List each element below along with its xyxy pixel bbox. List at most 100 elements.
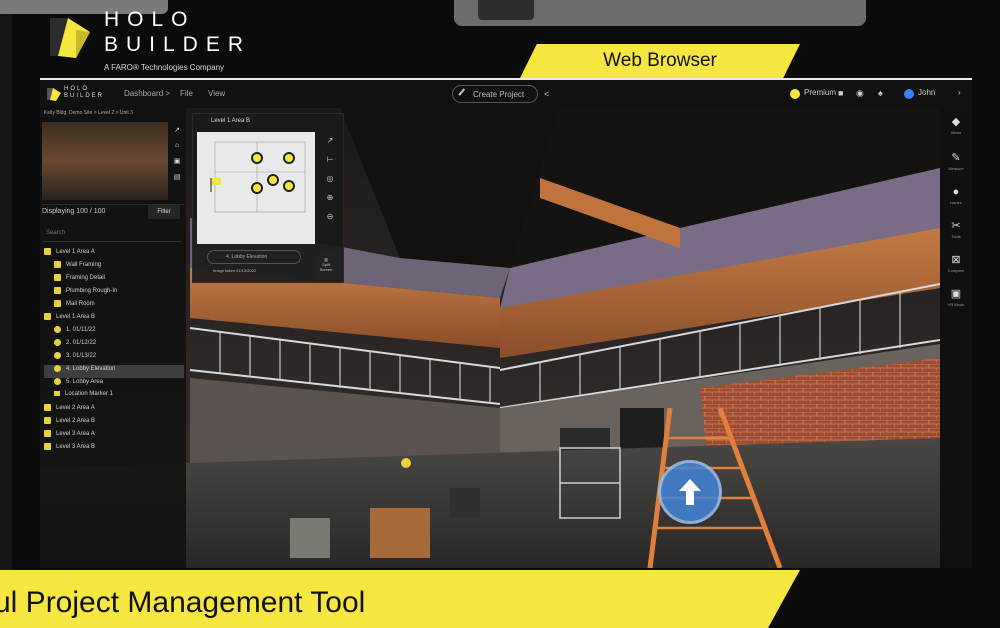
notifications-icon[interactable]: ♠	[878, 88, 883, 98]
holobuilder-mark-icon	[50, 18, 90, 58]
info-icon[interactable]: ▤	[170, 173, 184, 181]
brand-logo: HOLO BUILDER A FARO® Technologies Compan…	[46, 8, 256, 78]
pencil-icon	[458, 88, 470, 100]
project-panel: Kelly Bldg. Demo Site > Level 2 > Unit 3…	[40, 108, 186, 568]
tree-item[interactable]: Level 3 Area A	[44, 430, 184, 443]
zoom-out-icon[interactable]: ⊖	[319, 212, 341, 221]
display-count: Displaying 100 / 100	[42, 208, 106, 215]
window-top-border	[40, 78, 972, 80]
sheet-icon	[54, 274, 61, 281]
layers-icon: ◆	[951, 116, 961, 128]
minimap-title[interactable]: Level 1 Area B	[193, 114, 345, 128]
measure-icon: ✎	[951, 152, 961, 164]
tree-item-label: Wall Framing	[66, 262, 102, 269]
capture-point-icon[interactable]	[267, 174, 279, 186]
home-icon[interactable]: ⌂	[170, 142, 184, 149]
tree-item-label: 3. 01/13/22	[66, 353, 97, 360]
brand-word-builder: BUILDER	[104, 33, 252, 56]
capture-point-icon[interactable]	[283, 152, 295, 164]
capture-point-icon[interactable]	[251, 152, 263, 164]
app-logo-icon[interactable]	[46, 86, 62, 102]
user-name[interactable]: John	[918, 88, 935, 97]
flag-icon[interactable]	[210, 178, 221, 192]
rail-issues[interactable]: ● Issues	[940, 186, 972, 205]
browser-chrome	[454, 0, 866, 26]
capture-point-icon	[54, 339, 61, 346]
image-icon[interactable]: ▣	[170, 157, 184, 165]
create-project-label: Create Project	[473, 90, 525, 99]
level-icon	[44, 313, 51, 320]
vr-icon: ▣	[950, 288, 962, 300]
tree-item-label: Mail Room	[66, 301, 95, 308]
share-icon[interactable]: <	[544, 89, 554, 99]
ruler-icon[interactable]: ⊢	[319, 155, 341, 164]
rail-compare-label: Compare	[947, 268, 965, 273]
tree-item[interactable]: Location Marker 1	[44, 391, 184, 404]
rail-views[interactable]: ◆ Views	[940, 116, 972, 135]
current-image-thumbnail[interactable]	[42, 122, 168, 200]
chat-icon[interactable]: ■	[838, 88, 843, 98]
tree-item[interactable]: Level 1 Area A	[44, 248, 184, 261]
tree-item[interactable]: Mail Room	[44, 300, 184, 313]
zoom-in-icon[interactable]: ⊕	[319, 193, 341, 202]
rail-vr-label: VR Mode	[947, 302, 965, 307]
sheet-icon	[54, 287, 61, 294]
tree-item[interactable]: 3. 01/13/22	[44, 352, 184, 365]
tree-item[interactable]: 1. 01/11/22	[44, 326, 184, 339]
issues-icon: ●	[952, 186, 960, 198]
brand-word-holo: HOLO	[104, 8, 196, 31]
minimap-tools: ↗ ⊢ ◎ ⊕ ⊖	[319, 132, 341, 244]
filter-label: Filter	[157, 209, 171, 215]
web-browser-banner-text: Web Browser	[603, 50, 717, 71]
tree-item-selected[interactable]: 4. Lobby Elevation	[44, 365, 184, 378]
menu-view[interactable]: View	[208, 89, 225, 98]
tool-rail: ◆ Views ✎ Measure ● Issues ✂ Tools ⊠ Compare …	[940, 108, 972, 568]
search-input[interactable]: Search	[42, 230, 182, 242]
level-icon	[44, 404, 51, 411]
tree-item[interactable]: Level 2 Area B	[44, 417, 184, 430]
menu-dashboard[interactable]: Dashboard >	[124, 89, 170, 98]
app-logo-text: HOLO BUILDER	[64, 86, 104, 100]
tree-item[interactable]: Wall Framing	[44, 261, 184, 274]
level-icon	[44, 417, 51, 424]
tree-item[interactable]: 5. Lobby Area	[44, 378, 184, 391]
help-icon[interactable]: ◉	[856, 88, 864, 99]
rail-tools[interactable]: ✂ Tools	[940, 220, 972, 239]
menu-file[interactable]: File	[180, 89, 193, 98]
search-placeholder: Search	[46, 230, 66, 236]
capture-point-icon[interactable]	[283, 180, 295, 192]
split-screen-button[interactable]: ▥ Split Screen	[316, 254, 336, 280]
tree-item[interactable]: Level 2 Area A	[44, 404, 184, 417]
level-icon	[44, 430, 51, 437]
capture-point-icon	[54, 378, 61, 385]
filter-button[interactable]: Filter	[148, 205, 180, 219]
tree-item[interactable]: 2. 01/12/22	[44, 339, 184, 352]
capture-point-icon	[54, 352, 61, 359]
avatar[interactable]	[904, 89, 914, 99]
rail-vr[interactable]: ▣ VR Mode	[940, 288, 972, 307]
capture-point-icon	[54, 365, 61, 372]
rail-measure[interactable]: ✎ Measure	[940, 152, 972, 171]
capture-point-icon[interactable]	[251, 182, 263, 194]
premium-label[interactable]: Premium	[804, 88, 836, 97]
browser-chrome-button	[478, 0, 534, 20]
more-icon[interactable]: ›	[958, 88, 961, 97]
rail-compare[interactable]: ⊠ Compare	[940, 254, 972, 273]
tree-item-label: Level 2 Area B	[56, 418, 96, 425]
create-project-button[interactable]: Create Project	[452, 85, 538, 103]
expand-icon[interactable]: ↗	[170, 126, 184, 134]
tree-item[interactable]: Framing Detail	[44, 274, 184, 287]
capture-selector-label: 4. Lobby Elevation	[226, 254, 268, 260]
target-icon[interactable]: ◎	[319, 174, 341, 183]
tagline-banner: ul Project Management Tool	[0, 570, 800, 628]
tree-item[interactable]: Level 3 Area B	[44, 443, 184, 456]
tree-item[interactable]: Level 1 Area B	[44, 313, 184, 326]
tree-item-label: Level 2 Area A	[56, 405, 95, 412]
floor-plan[interactable]	[197, 132, 315, 244]
capture-selector[interactable]: 4. Lobby Elevation	[207, 250, 301, 264]
navigate-forward-button[interactable]	[658, 460, 722, 524]
attach-icon: ✂	[951, 220, 961, 232]
expand-icon[interactable]: ↗	[319, 136, 341, 145]
tree-item[interactable]: Plumbing Rough-In	[44, 287, 184, 300]
breadcrumb[interactable]: Kelly Bldg. Demo Site > Level 2 > Unit 3	[44, 110, 182, 120]
